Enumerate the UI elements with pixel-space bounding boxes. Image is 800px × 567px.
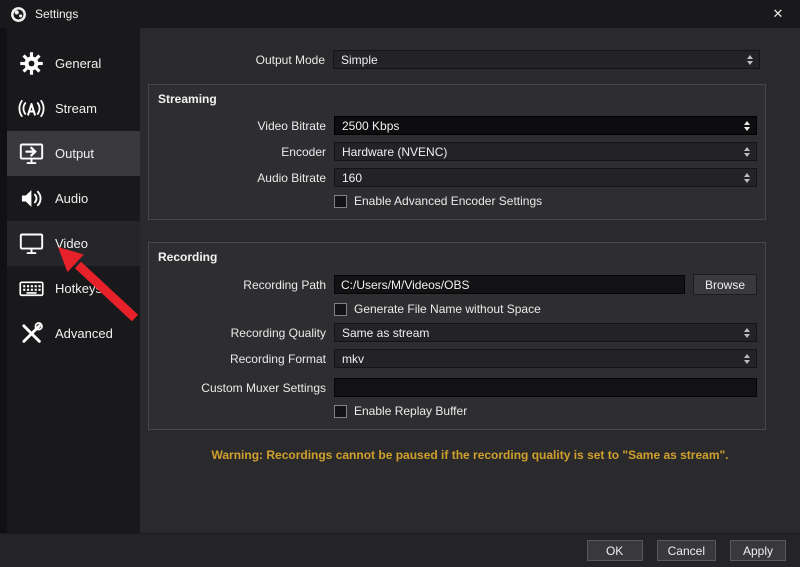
- recording-group: Recording Recording Path Browse Generate…: [148, 242, 766, 430]
- chevron-updown-icon: [743, 55, 756, 65]
- audio-bitrate-row: Audio Bitrate 160: [157, 168, 757, 187]
- ok-button[interactable]: OK: [587, 540, 643, 561]
- recording-format-row: Recording Format mkv: [157, 349, 757, 368]
- apply-button[interactable]: Apply: [730, 540, 786, 561]
- close-icon[interactable]: ✕: [766, 6, 790, 22]
- obs-logo-icon: [10, 6, 27, 23]
- stepper-arrows-icon[interactable]: [740, 121, 753, 131]
- chevron-updown-icon: [740, 354, 753, 364]
- chevron-updown-icon: [740, 328, 753, 338]
- sidebar: General Stream: [0, 28, 140, 533]
- sidebar-item-output[interactable]: Output: [7, 131, 140, 176]
- encoder-select[interactable]: Hardware (NVENC): [334, 142, 757, 161]
- audio-bitrate-label: Audio Bitrate: [157, 171, 326, 185]
- cancel-button[interactable]: Cancel: [657, 540, 716, 561]
- advanced-encoder-checkbox-label: Enable Advanced Encoder Settings: [354, 194, 542, 208]
- custom-muxer-input[interactable]: [334, 378, 757, 397]
- sidebar-item-label: Stream: [55, 101, 97, 116]
- advanced-encoder-row: Enable Advanced Encoder Settings: [334, 194, 757, 208]
- sidebar-item-audio[interactable]: Audio: [7, 176, 140, 221]
- dialog-buttons: OK Cancel Apply: [0, 533, 800, 567]
- output-mode-select[interactable]: Simple: [333, 50, 760, 69]
- video-bitrate-input[interactable]: 2500 Kbps: [334, 116, 757, 135]
- recording-group-title: Recording: [157, 243, 757, 274]
- sidebar-item-label: Hotkeys: [55, 281, 102, 296]
- audio-icon: [16, 184, 46, 214]
- output-icon: [16, 139, 46, 169]
- replay-buffer-checkbox-label: Enable Replay Buffer: [354, 404, 467, 418]
- video-bitrate-label: Video Bitrate: [157, 119, 326, 133]
- recording-path-input[interactable]: [334, 275, 685, 294]
- gear-icon: [16, 49, 46, 79]
- generate-filename-checkbox-label: Generate File Name without Space: [354, 302, 541, 316]
- sidebar-item-stream[interactable]: Stream: [7, 86, 140, 131]
- encoder-row: Encoder Hardware (NVENC): [157, 142, 757, 161]
- recording-format-select[interactable]: mkv: [334, 349, 757, 368]
- sidebar-item-label: Video: [55, 236, 88, 251]
- sidebar-item-label: Audio: [55, 191, 88, 206]
- custom-muxer-row: Custom Muxer Settings: [157, 378, 757, 397]
- warning-text: Warning: Recordings cannot be paused if …: [150, 448, 790, 462]
- sidebar-item-video[interactable]: Video: [7, 221, 140, 266]
- sidebar-item-advanced[interactable]: Advanced: [7, 311, 140, 356]
- sidebar-item-label: Output: [55, 146, 94, 161]
- window-title: Settings: [35, 7, 78, 21]
- chevron-updown-icon: [740, 173, 753, 183]
- sidebar-item-general[interactable]: General: [7, 41, 140, 86]
- replay-buffer-row: Enable Replay Buffer: [334, 404, 757, 418]
- sidebar-item-label: Advanced: [55, 326, 113, 341]
- settings-content: Output Mode Simple Streaming Video Bitra…: [140, 28, 800, 533]
- advanced-encoder-checkbox[interactable]: [334, 195, 347, 208]
- sidebar-item-hotkeys[interactable]: Hotkeys: [7, 266, 140, 311]
- sidebar-item-label: General: [55, 56, 101, 71]
- recording-format-label: Recording Format: [157, 352, 326, 366]
- video-icon: [16, 229, 46, 259]
- audio-bitrate-select[interactable]: 160: [334, 168, 757, 187]
- recording-path-row: Recording Path Browse: [157, 274, 757, 295]
- streaming-group-title: Streaming: [157, 85, 757, 116]
- encoder-label: Encoder: [157, 145, 326, 159]
- hotkeys-icon: [16, 274, 46, 304]
- recording-quality-select[interactable]: Same as stream: [334, 323, 757, 342]
- titlebar: Settings ✕: [0, 0, 800, 28]
- recording-path-label: Recording Path: [157, 278, 326, 292]
- recording-quality-row: Recording Quality Same as stream: [157, 323, 757, 342]
- output-mode-row: Output Mode Simple: [156, 50, 760, 69]
- generate-filename-row: Generate File Name without Space: [334, 302, 757, 316]
- generate-filename-checkbox[interactable]: [334, 303, 347, 316]
- streaming-group: Streaming Video Bitrate 2500 Kbps Encode…: [148, 84, 766, 220]
- replay-buffer-checkbox[interactable]: [334, 405, 347, 418]
- recording-quality-label: Recording Quality: [157, 326, 326, 340]
- stream-icon: [16, 94, 46, 124]
- advanced-icon: [16, 319, 46, 349]
- browse-button[interactable]: Browse: [693, 274, 757, 295]
- video-bitrate-row: Video Bitrate 2500 Kbps: [157, 116, 757, 135]
- custom-muxer-label: Custom Muxer Settings: [157, 381, 326, 395]
- chevron-updown-icon: [740, 147, 753, 157]
- output-mode-label: Output Mode: [156, 53, 325, 67]
